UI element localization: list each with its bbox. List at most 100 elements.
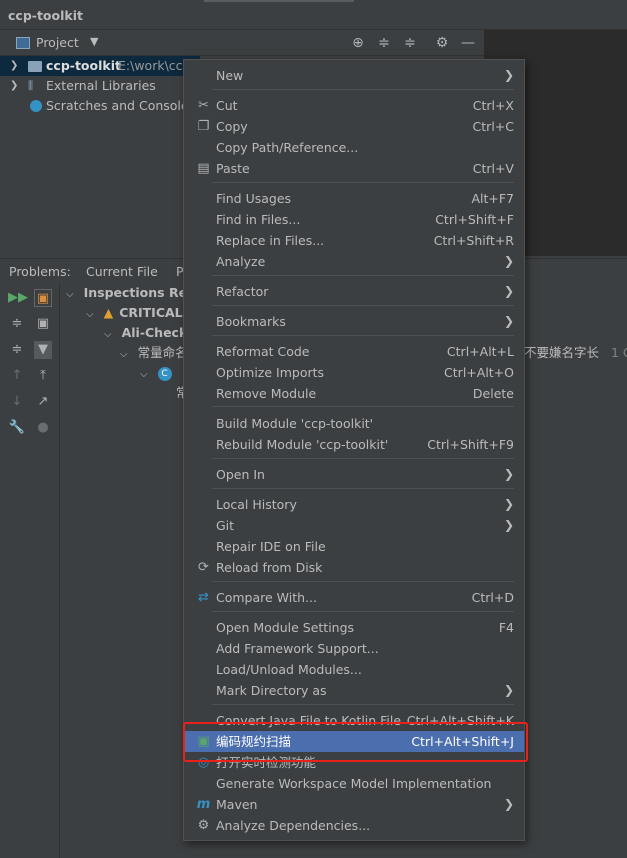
menu-item[interactable]: Local History ❯ <box>184 494 524 515</box>
menu-item-shortcut: Alt+F7 <box>471 191 514 206</box>
menu-item-label: Rebuild Module 'ccp-toolkit' <box>216 437 389 452</box>
menu-item-shortcut: Ctrl+V <box>472 161 514 176</box>
filter-icon[interactable]: ▼ <box>34 341 52 359</box>
menu-item-label: Optimize Imports <box>216 365 325 380</box>
chevron-down-icon[interactable]: ▼ <box>90 35 98 48</box>
tree-item-ali-check[interactable]: ⌵ Ali-Check <box>104 323 187 343</box>
menu-item[interactable]: Reformat Code Ctrl+Alt+L <box>184 341 524 362</box>
menu-item[interactable]: Find Usages Alt+F7 <box>184 188 524 209</box>
menu-item[interactable]: Mark Directory as ❯ <box>184 680 524 701</box>
tree-item-critical[interactable]: ⌵ ▲ CRITICAL <box>86 303 183 323</box>
menu-separator <box>212 335 514 336</box>
collapse-all-icon[interactable]: ≑ <box>8 341 26 359</box>
class-icon: C <box>157 366 172 381</box>
problem-message: 不要嫌名字长 1 CR <box>524 345 627 360</box>
chevron-down-icon[interactable]: ⌵ <box>104 329 112 340</box>
chevron-right-icon[interactable]: ❯ <box>10 56 18 76</box>
chevron-down-icon[interactable]: ⌵ <box>66 289 74 300</box>
menu-item[interactable]: ✂ Cut Ctrl+X <box>184 95 524 116</box>
lightbulb-icon[interactable]: ● <box>34 419 52 437</box>
menu-item-shortcut: Ctrl+X <box>472 98 514 113</box>
tree-item-root[interactable]: ❯ ccp-toolkit E:\work\cc <box>0 56 200 76</box>
open-external-icon[interactable]: ↗ <box>34 393 52 411</box>
menu-item[interactable]: Open Module Settings F4 <box>184 617 524 638</box>
chevron-down-icon[interactable]: ⌵ <box>120 349 128 360</box>
project-view-selector[interactable]: Project <box>36 35 79 50</box>
menu-item[interactable]: Build Module 'ccp-toolkit' <box>184 413 524 434</box>
export-icon[interactable]: ⤒ <box>34 367 52 385</box>
window-title: ccp-toolkit <box>8 8 83 23</box>
module-folder-icon <box>28 61 42 72</box>
preview-icon[interactable]: ▣ <box>34 315 52 333</box>
menu-item[interactable]: Refactor ❯ <box>184 281 524 302</box>
reload-icon: ⟳ <box>198 560 209 575</box>
menu-item[interactable]: Remove Module Delete <box>184 383 524 404</box>
maven-icon: m <box>196 797 211 812</box>
menu-item-label: Reformat Code <box>216 344 310 359</box>
menu-item[interactable]: ⚙ Analyze Dependencies... <box>184 815 524 836</box>
menu-item[interactable]: ▤ Paste Ctrl+V <box>184 158 524 179</box>
library-icon: ⫼ <box>28 79 34 92</box>
menu-item[interactable]: ⇄ Compare With... Ctrl+D <box>184 587 524 608</box>
menu-item[interactable]: Generate Workspace Model Implementation <box>184 773 524 794</box>
menu-item[interactable]: Copy Path/Reference... <box>184 137 524 158</box>
tree-item-external-libraries[interactable]: ❯ ⫼ External Libraries <box>0 76 200 96</box>
menu-item-label: Build Module 'ccp-toolkit' <box>216 416 374 431</box>
minimize-icon[interactable]: — <box>459 34 477 52</box>
menu-item-label: Mark Directory as <box>216 683 327 698</box>
arrow-up-icon[interactable]: ↑ <box>8 367 26 385</box>
menu-item[interactable]: Rebuild Module 'ccp-toolkit' Ctrl+Shift+F… <box>184 434 524 455</box>
menu-item-label: Open In <box>216 467 265 482</box>
menu-item-label: Maven <box>216 797 258 812</box>
menu-separator <box>212 305 514 306</box>
menu-item[interactable]: m Maven ❯ <box>184 794 524 815</box>
tab-current-file[interactable]: Current File <box>86 264 158 279</box>
menu-item[interactable]: Replace in Files... Ctrl+Shift+R <box>184 230 524 251</box>
menu-item[interactable]: Open In ❯ <box>184 464 524 485</box>
chevron-right-icon: ❯ <box>503 497 514 511</box>
menu-separator <box>212 704 514 705</box>
group-icon[interactable]: ▣ <box>34 289 52 307</box>
wrench-icon[interactable]: 🔧 <box>8 419 26 437</box>
arrow-down-icon[interactable]: ↓ <box>8 393 26 411</box>
expand-all-icon[interactable]: ≑ <box>375 34 393 52</box>
menu-item-shortcut: Delete <box>472 386 514 401</box>
menu-item[interactable]: Bookmarks ❯ <box>184 311 524 332</box>
menu-item[interactable]: Optimize Imports Ctrl+Alt+O <box>184 362 524 383</box>
menu-item[interactable]: Load/Unload Modules... <box>184 659 524 680</box>
paste-icon: ▤ <box>197 161 210 176</box>
chevron-down-icon[interactable]: ⌵ <box>86 309 94 320</box>
chevron-right-icon: ❯ <box>503 797 514 811</box>
expand-all-icon[interactable]: ≑ <box>8 315 26 333</box>
chevron-right-icon[interactable]: ❯ <box>10 76 18 96</box>
collapse-all-icon[interactable]: ≑ <box>401 34 419 52</box>
run-icon[interactable]: ▶▶ <box>8 289 28 307</box>
menu-item[interactable]: Add Framework Support... <box>184 638 524 659</box>
menu-item-shortcut: Ctrl+D <box>471 590 514 605</box>
tree-item-rule[interactable]: ⌵ 常量命名 <box>120 343 188 363</box>
chevron-down-icon[interactable]: ⌵ <box>140 369 148 380</box>
menu-item[interactable]: ❐ Copy Ctrl+C <box>184 116 524 137</box>
locate-icon[interactable]: ⊕ <box>349 34 367 52</box>
chevron-right-icon: ❯ <box>503 68 514 82</box>
project-view-icon <box>16 37 30 49</box>
menu-item[interactable]: New ❯ <box>184 65 524 86</box>
tree-item-label: ccp-toolkit <box>46 58 121 73</box>
menu-item-shortcut: Ctrl+Shift+R <box>433 233 514 248</box>
menu-separator <box>212 488 514 489</box>
menu-item[interactable]: ⟳ Reload from Disk <box>184 557 524 578</box>
chevron-right-icon: ❯ <box>503 254 514 268</box>
warning-icon: ▲ <box>103 305 114 320</box>
menu-item[interactable]: Find in Files... Ctrl+Shift+F <box>184 209 524 230</box>
menu-item-label: Repair IDE on File <box>216 539 326 554</box>
menu-item[interactable]: Git ❯ <box>184 515 524 536</box>
menu-item-label: Copy Path/Reference... <box>216 140 359 155</box>
menu-item[interactable]: Analyze ❯ <box>184 251 524 272</box>
menu-item-label: Paste <box>216 161 250 176</box>
chevron-right-icon: ❯ <box>503 467 514 481</box>
gear-icon[interactable]: ⚙ <box>433 34 451 52</box>
menu-item-label: Copy <box>216 119 248 134</box>
menu-item[interactable]: Repair IDE on File <box>184 536 524 557</box>
tree-item-class[interactable]: ⌵ C <box>140 363 172 383</box>
tree-item-scratches[interactable]: Scratches and Consoles <box>0 96 200 116</box>
